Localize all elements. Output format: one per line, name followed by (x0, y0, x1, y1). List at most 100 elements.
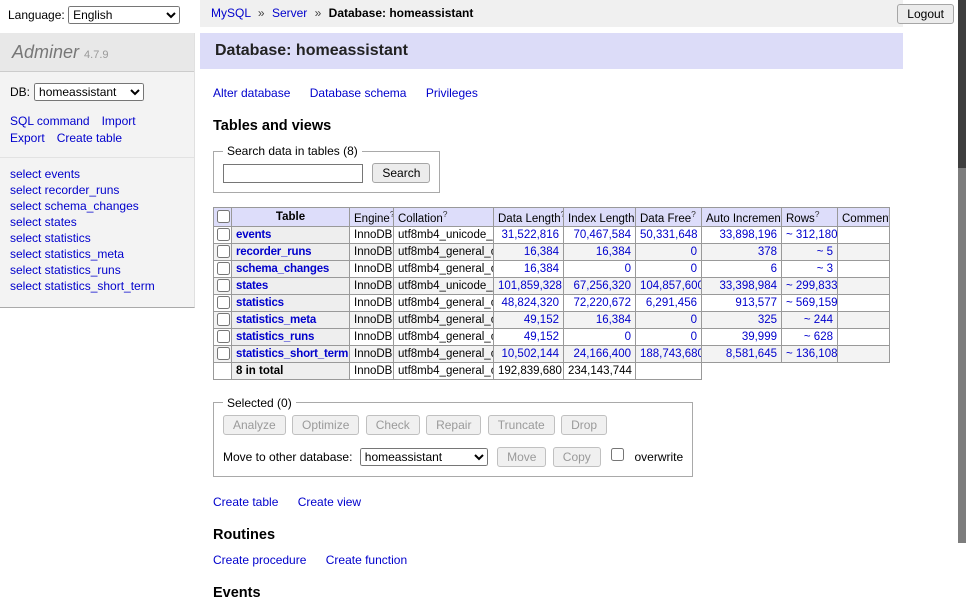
cell-data-length: 16,384 (494, 260, 564, 277)
breadcrumb-mysql-link[interactable]: MySQL (211, 6, 251, 20)
sidebar-item-select-statistics[interactable]: select statistics (10, 231, 91, 245)
sidebar-item-select-statistics-runs[interactable]: select statistics_runs (10, 263, 121, 277)
cell-rows-count[interactable]: ~ 299,833 (782, 277, 838, 294)
db-label: DB: (10, 85, 30, 99)
cell-rows-count[interactable]: ~ 136,108 (782, 345, 838, 362)
create-view-link[interactable]: Create view (298, 495, 361, 509)
create-table-link-main[interactable]: Create table (213, 495, 278, 509)
cell-data-free: 0 (636, 243, 702, 260)
cell-engine: InnoDB (350, 345, 394, 362)
sidebar-item-select-statistics-meta[interactable]: select statistics_meta (10, 247, 124, 261)
table-link-events[interactable]: events (236, 229, 271, 241)
row-checkbox[interactable] (217, 262, 230, 275)
alter-database-link[interactable]: Alter database (213, 86, 290, 100)
cell-engine: InnoDB (350, 311, 394, 328)
table-link-statistics-runs[interactable]: statistics_runs (236, 331, 314, 343)
row-checkbox[interactable] (217, 228, 230, 241)
table-link-states[interactable]: states (236, 280, 268, 292)
sidebar-item-select-schema-changes[interactable]: select schema_changes (10, 199, 139, 213)
column-header-data-length: Data Length? (494, 208, 564, 227)
cell-auto-increment: 6 (702, 260, 782, 277)
cell-comment (838, 226, 890, 243)
row-checkbox[interactable] (217, 347, 230, 360)
row-checkbox[interactable] (217, 245, 230, 258)
cell-rows-count[interactable]: ~ 628 (782, 328, 838, 345)
help-icon[interactable]: ? (390, 209, 394, 219)
table-link-statistics-short-term[interactable]: statistics_short_term (236, 348, 348, 360)
table-link-statistics-meta[interactable]: statistics_meta (236, 314, 316, 326)
cell-engine: InnoDB (350, 243, 394, 260)
search-button[interactable]: Search (372, 163, 430, 183)
help-icon[interactable]: ? (443, 209, 448, 219)
cell-collation: utf8mb4_general_ci (394, 311, 494, 328)
help-icon[interactable]: ? (815, 209, 820, 219)
cell-comment (838, 260, 890, 277)
move-database-select[interactable]: homeassistant (360, 448, 488, 466)
cell-engine: InnoDB (350, 260, 394, 277)
create-procedure-link[interactable]: Create procedure (213, 553, 306, 567)
logout-button[interactable]: Logout (897, 4, 954, 24)
cell-data-length: 101,859,328 (494, 277, 564, 294)
help-icon[interactable]: ? (691, 209, 696, 219)
sidebar-item-select-events[interactable]: select events (10, 167, 80, 181)
table-row: recorder_runs InnoDB utf8mb4_general_ci … (214, 243, 890, 260)
tables-and-views-heading: Tables and views (213, 118, 925, 134)
move-button: Move (497, 447, 546, 467)
breadcrumb-server-link[interactable]: Server (272, 6, 307, 20)
sidebar-item-select-states[interactable]: select states (10, 215, 77, 229)
table-link-statistics[interactable]: statistics (236, 297, 284, 309)
language-select[interactable]: English (68, 6, 180, 24)
sidebar-item-select-statistics-short-term[interactable]: select statistics_short_term (10, 279, 155, 293)
create-function-link[interactable]: Create function (326, 553, 407, 567)
row-checkbox[interactable] (217, 330, 230, 343)
table-link-recorder-runs[interactable]: recorder_runs (236, 246, 311, 258)
row-checkbox[interactable] (217, 296, 230, 309)
analyze-button: Analyze (223, 415, 286, 435)
table-link-schema-changes[interactable]: schema_changes (236, 263, 329, 275)
sidebar-item-select-recorder-runs[interactable]: select recorder_runs (10, 183, 119, 197)
cell-data-free: 50,331,648 (636, 226, 702, 243)
list-item: select recorder_runs (10, 183, 184, 198)
vertical-scrollbar[interactable] (958, 0, 966, 543)
breadcrumb-separator: » (315, 6, 322, 20)
row-checkbox[interactable] (217, 313, 230, 326)
cell-rows-count[interactable]: ~ 5 (782, 243, 838, 260)
select-all-checkbox[interactable] (217, 210, 230, 223)
truncate-button: Truncate (488, 415, 555, 435)
cell-index-length: 0 (564, 328, 636, 345)
search-input[interactable] (223, 164, 363, 183)
total-engine: InnoDB (350, 362, 394, 379)
export-link[interactable]: Export (10, 131, 45, 145)
cell-comment (838, 311, 890, 328)
sidebar: Adminer4.7.9 DB: homeassistant SQL comma… (0, 33, 195, 308)
cell-rows-count[interactable]: ~ 3 (782, 260, 838, 277)
cell-data-length: 48,824,320 (494, 294, 564, 311)
overwrite-label[interactable]: overwrite (635, 450, 684, 464)
cell-comment (838, 328, 890, 345)
language-label: Language: (8, 8, 65, 22)
cell-collation: utf8mb4_general_ci (394, 345, 494, 362)
sidebar-links: SQL command Import Export Create table (0, 105, 194, 149)
import-link[interactable]: Import (102, 114, 136, 128)
cell-auto-increment: 325 (702, 311, 782, 328)
row-checkbox[interactable] (217, 279, 230, 292)
cell-comment (838, 345, 890, 362)
db-select[interactable]: homeassistant (34, 83, 144, 101)
bulk-actions-row: Analyze Optimize Check Repair Truncate D… (223, 415, 683, 435)
cell-collation: utf8mb4_unicode_ci (394, 277, 494, 294)
cell-rows-count[interactable]: ~ 569,159 (782, 294, 838, 311)
database-schema-link[interactable]: Database schema (310, 86, 407, 100)
page-title-bar: Database: homeassistant (200, 33, 903, 69)
scrollbar-thumb[interactable] (958, 0, 966, 168)
routines-heading: Routines (213, 527, 925, 543)
cell-rows-count[interactable]: ~ 244 (782, 311, 838, 328)
create-table-link[interactable]: Create table (57, 131, 122, 145)
table-row: events InnoDB utf8mb4_unicode_ci 31,522,… (214, 226, 890, 243)
privileges-link[interactable]: Privileges (426, 86, 478, 100)
cell-rows-count[interactable]: ~ 312,180 (782, 226, 838, 243)
search-fieldset: Search data in tables (8) Search (213, 144, 440, 193)
sql-command-link[interactable]: SQL command (10, 114, 90, 128)
db-selector-row: DB: homeassistant (0, 72, 194, 105)
column-header-comment: Comment? (838, 208, 890, 227)
overwrite-checkbox[interactable] (611, 448, 624, 461)
